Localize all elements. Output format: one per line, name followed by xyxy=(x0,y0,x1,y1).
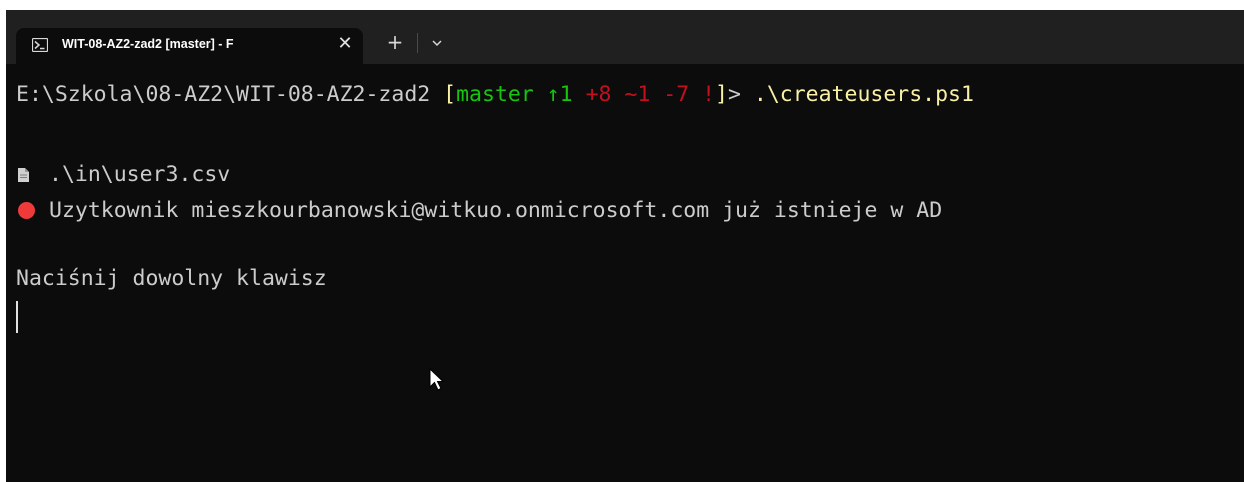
press-key-line: Naciśnij dowolny klawisz xyxy=(16,266,327,291)
git-added: +8 xyxy=(572,82,612,107)
tab-title: WIT-08-AZ2-zad2 [master] - F xyxy=(62,37,234,51)
text-cursor xyxy=(16,301,18,333)
git-ahead: ↑1 xyxy=(533,82,573,107)
powershell-icon xyxy=(32,38,48,52)
terminal-output[interactable]: E:\Szkola\08-AZ2\WIT-08-AZ2-zad2 [master… xyxy=(6,64,1244,482)
git-deleted: -7 xyxy=(650,82,690,107)
prompt-line: E:\Szkola\08-AZ2\WIT-08-AZ2-zad2 [master… xyxy=(16,80,974,110)
tab-active[interactable]: WIT-08-AZ2-zad2 [master] - F ✕ xyxy=(16,28,363,64)
new-tab-button[interactable]: + xyxy=(382,29,408,55)
prompt-gt: > xyxy=(728,82,754,107)
prompt-command: .\createusers.ps1 xyxy=(753,82,974,107)
file-line-text: .\in\user3.csv xyxy=(49,162,231,187)
close-tab-button[interactable]: ✕ xyxy=(332,31,358,57)
mouse-pointer-icon xyxy=(429,368,445,391)
error-line: Uzytkownik mieszkourbanowski@witkuo.onmi… xyxy=(16,196,942,226)
red-circle-icon xyxy=(18,202,35,219)
prompt-close-bracket: ] xyxy=(715,82,728,107)
git-modified: ~1 xyxy=(611,82,651,107)
tab-bar: WIT-08-AZ2-zad2 [master] - F ✕ + xyxy=(6,10,1244,64)
git-bang: ! xyxy=(689,82,716,107)
terminal-window: WIT-08-AZ2-zad2 [master] - F ✕ + E:\Szko… xyxy=(6,10,1244,482)
prompt-open-bracket: [ xyxy=(443,82,457,107)
prompt-path: E:\Szkola\08-AZ2\WIT-08-AZ2-zad2 xyxy=(16,82,444,107)
error-line-text: Uzytkownik mieszkourbanowski@witkuo.onmi… xyxy=(49,198,943,223)
file-line: .\in\user3.csv xyxy=(16,160,230,190)
git-branch: master xyxy=(456,82,534,107)
file-icon xyxy=(18,168,29,182)
tab-separator xyxy=(417,33,418,53)
chevron-down-icon[interactable] xyxy=(426,32,448,54)
